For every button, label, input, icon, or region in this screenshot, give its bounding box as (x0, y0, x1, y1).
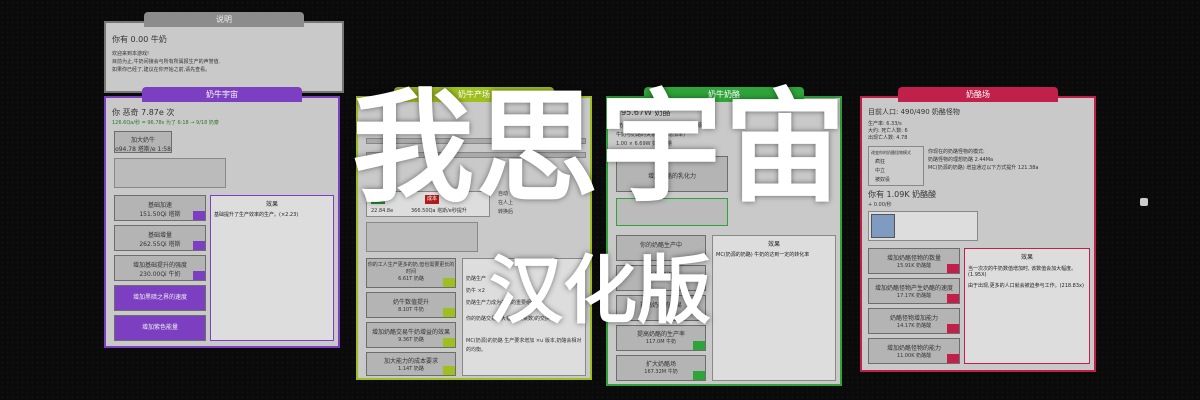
farm-upgrade-button[interactable]: 加大能力的成本要求 1.14T 奶酪 (366, 352, 456, 376)
money-line: 你有 0.00 牛奶 (112, 35, 167, 44)
button-label: 扩大奶酪场 (645, 361, 676, 368)
button-cost: 11.00K 奶酪酸 (896, 353, 932, 359)
button-label: 基础增量 (147, 232, 172, 239)
top-panel-tab[interactable]: 说明 (144, 12, 304, 27)
button-cost: 1.14T 奶酪 (398, 366, 424, 372)
intro-line: 如果你已经了,建议在你开始之前,请先查看。 (112, 67, 211, 73)
note-line: MC(奶源)的奶酪 生产要求增加 ×u 版本,奶酪会相对的均衡。 (466, 338, 582, 353)
button-cost: 167.32M 牛奶 (644, 369, 678, 375)
cost-badge (693, 341, 705, 350)
farm-upgrade-button[interactable]: 增加奶酪怪物的能力 11.00K 奶酪酸 (868, 338, 960, 364)
overlay-subtitle: 汉化版 (489, 248, 711, 334)
cheese-upgrade-button[interactable]: 扩大奶酪场 167.32M 牛奶 (616, 355, 706, 381)
button-cost: 117.0M 牛奶 (645, 339, 677, 345)
overlay-title: 我思宇宙 (352, 77, 848, 219)
cost-badge (443, 338, 455, 347)
button-label: 加大能力的成本要求 (383, 358, 438, 365)
button-cost: 9.36T 奶酪 (398, 337, 424, 343)
cost-badge (947, 354, 959, 363)
button-label: 增加奶酪怪物的能力 (886, 345, 941, 352)
cost-badge (443, 366, 455, 375)
cost-badge (693, 371, 705, 380)
